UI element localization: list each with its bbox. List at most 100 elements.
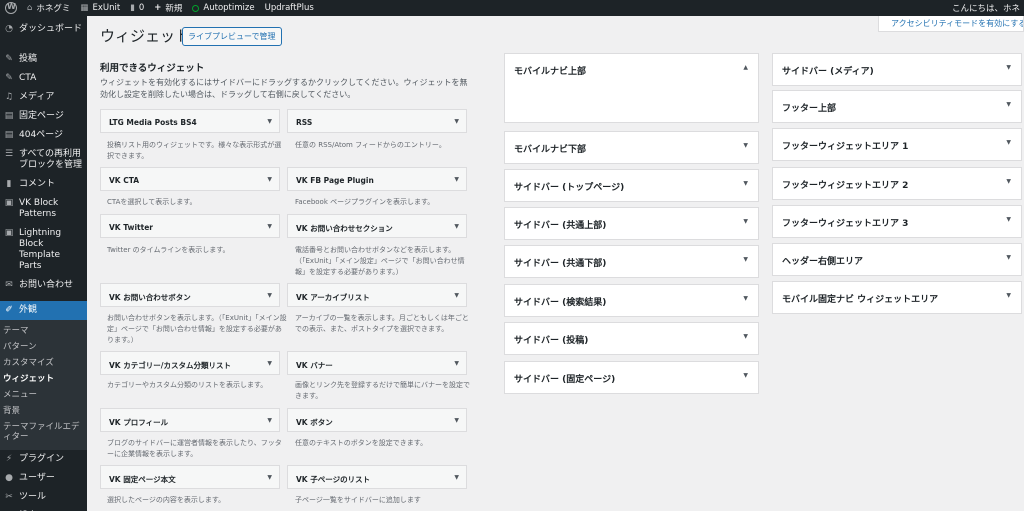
sidebar-item-media[interactable]: ♫ メディア bbox=[0, 88, 87, 107]
widget-area-footer-2[interactable]: フッターウィジェットエリア 2 ▼ bbox=[772, 167, 1022, 200]
widget-vk-fb-page-plugin[interactable]: VK FB Page Plugin ▼ bbox=[287, 167, 467, 191]
sidebar-item-label: ツール bbox=[19, 492, 47, 502]
sidebar-item-pages[interactable]: ▤ 固定ページ bbox=[0, 107, 87, 126]
expand-arrow-icon[interactable]: ▼ bbox=[743, 372, 748, 379]
widget-area-sidebar-top-page[interactable]: サイドバー (トップページ) ▼ bbox=[504, 169, 759, 202]
theme-menu[interactable]: ▦ ExUnit bbox=[75, 0, 125, 16]
widget-area-sidebar-common-bottom[interactable]: サイドバー (共通下部) ▼ bbox=[504, 245, 759, 278]
sidebar-item-label: Lightning Block Template Parts bbox=[19, 228, 62, 271]
expand-arrow-icon[interactable]: ▼ bbox=[743, 333, 748, 340]
expand-arrow-icon[interactable]: ▼ bbox=[267, 417, 272, 424]
expand-arrow-icon[interactable]: ▼ bbox=[1006, 139, 1011, 146]
widget-area-footer-1[interactable]: フッターウィジェットエリア 1 ▼ bbox=[772, 128, 1022, 161]
account-menu[interactable]: こんにちは、ホネ bbox=[947, 0, 1024, 16]
submenu-theme-file-editor[interactable]: テーマファイルエディター bbox=[0, 419, 87, 445]
expand-arrow-icon[interactable]: ▼ bbox=[267, 176, 272, 183]
sidebar-item-cta[interactable]: ✎ CTA bbox=[0, 69, 87, 88]
widget-rss[interactable]: RSS ▼ bbox=[287, 109, 467, 133]
expand-arrow-icon[interactable]: ▼ bbox=[454, 417, 459, 424]
expand-arrow-icon[interactable]: ▼ bbox=[1006, 178, 1011, 185]
sidebar-item-lightning-template-parts[interactable]: ▣ Lightning Block Template Parts bbox=[0, 224, 87, 276]
expand-arrow-icon[interactable]: ▼ bbox=[267, 292, 272, 299]
widget-title: VK CTA bbox=[109, 176, 140, 185]
sidebar-item-contact[interactable]: ✉ お問い合わせ bbox=[0, 276, 87, 295]
expand-arrow-icon[interactable]: ▼ bbox=[267, 223, 272, 230]
expand-arrow-icon[interactable]: ▼ bbox=[1006, 254, 1011, 261]
widget-description: 電話番号とお問い合わせボタンなどを表示します。（「ExUnit」「メイン設定」ペ… bbox=[295, 246, 465, 276]
expand-arrow-icon[interactable]: ▼ bbox=[267, 118, 272, 125]
widget-title: VK Twitter bbox=[109, 223, 153, 232]
site-name-menu[interactable]: ⌂ ホネグミ bbox=[22, 0, 75, 16]
home-icon: ⌂ bbox=[27, 3, 33, 13]
wp-logo-menu[interactable] bbox=[0, 0, 22, 16]
expand-arrow-icon[interactable]: ▼ bbox=[454, 474, 459, 481]
expand-arrow-icon[interactable]: ▼ bbox=[1006, 216, 1011, 223]
sidebar-item-posts[interactable]: ✎ 投稿 bbox=[0, 50, 87, 69]
comments-menu[interactable]: ▮ 0 bbox=[125, 0, 149, 16]
expand-arrow-icon[interactable]: ▼ bbox=[1006, 101, 1011, 108]
widget-vk-contact-button[interactable]: VK お問い合わせボタン ▼ bbox=[100, 283, 280, 307]
expand-arrow-icon[interactable]: ▼ bbox=[743, 256, 748, 263]
widget-area-mobile-fixed-nav[interactable]: モバイル固定ナビ ウィジェットエリア ▼ bbox=[772, 281, 1022, 314]
sidebar-item-dashboard[interactable]: ◔ ダッシュボード bbox=[0, 16, 87, 44]
sidebar-item-users[interactable]: ● ユーザー bbox=[0, 469, 87, 488]
expand-arrow-icon[interactable]: ▼ bbox=[454, 292, 459, 299]
autoptimize-menu[interactable]: Autoptimize bbox=[187, 0, 259, 16]
sidebar-item-label: VK Block Patterns bbox=[19, 198, 59, 219]
accessibility-mode-link[interactable]: アクセシビリティモードを有効にする bbox=[878, 16, 1024, 32]
widget-area-mobile-nav-bottom[interactable]: モバイルナビ下部 ▼ bbox=[504, 131, 759, 164]
block-icon: ▣ bbox=[4, 228, 14, 238]
media-icon: ♫ bbox=[4, 92, 14, 102]
widget-vk-cta[interactable]: VK CTA ▼ bbox=[100, 167, 280, 191]
sidebar-item-settings[interactable]: ⚙設定 bbox=[0, 507, 87, 511]
submenu-background[interactable]: 背景 bbox=[0, 403, 87, 419]
widget-vk-button[interactable]: VK ボタン ▼ bbox=[287, 408, 467, 432]
sidebar-item-comments[interactable]: ▮ コメント bbox=[0, 175, 87, 194]
expand-arrow-icon[interactable]: ▼ bbox=[454, 118, 459, 125]
widget-vk-archive-list[interactable]: VK アーカイブリスト ▼ bbox=[287, 283, 467, 307]
submenu-customize[interactable]: カスタマイズ bbox=[0, 355, 87, 371]
expand-arrow-icon[interactable]: ▼ bbox=[1006, 64, 1011, 71]
expand-arrow-icon[interactable]: ▼ bbox=[267, 360, 272, 367]
widget-vk-contact-section[interactable]: VK お問い合わせセクション ▼ bbox=[287, 214, 467, 238]
widget-area-mobile-nav-top[interactable]: モバイルナビ上部 ▲ bbox=[504, 53, 759, 123]
sidebar-item-appearance[interactable]: ✐ 外観 bbox=[0, 301, 87, 320]
expand-arrow-icon[interactable]: ▼ bbox=[454, 360, 459, 367]
expand-arrow-icon[interactable]: ▼ bbox=[743, 218, 748, 225]
widget-vk-profile[interactable]: VK プロフィール ▼ bbox=[100, 408, 280, 432]
widget-area-footer-top[interactable]: フッター上部 ▼ bbox=[772, 90, 1022, 123]
sidebar-item-tools[interactable]: ✂ ツール bbox=[0, 488, 87, 507]
widget-area-sidebar-search[interactable]: サイドバー (検索結果) ▼ bbox=[504, 284, 759, 317]
live-preview-button[interactable]: ライブプレビューで管理 bbox=[182, 27, 282, 46]
widget-vk-twitter[interactable]: VK Twitter ▼ bbox=[100, 214, 280, 238]
widget-vk-page-content[interactable]: VK 固定ページ本文 ▼ bbox=[100, 465, 280, 489]
submenu-themes[interactable]: テーマ bbox=[0, 323, 87, 339]
expand-arrow-icon[interactable]: ▼ bbox=[454, 223, 459, 230]
widget-area-header-right[interactable]: ヘッダー右側エリア ▼ bbox=[772, 243, 1022, 276]
sidebar-item-404[interactable]: ▤ 404ページ bbox=[0, 126, 87, 145]
submenu-widgets[interactable]: ウィジェット bbox=[0, 371, 87, 387]
widget-area-sidebar-post[interactable]: サイドバー (投稿) ▼ bbox=[504, 322, 759, 355]
sidebar-item-plugins[interactable]: ⚡ プラグイン bbox=[0, 450, 87, 469]
widget-area-sidebar-common-top[interactable]: サイドバー (共通上部) ▼ bbox=[504, 207, 759, 240]
expand-arrow-icon[interactable]: ▼ bbox=[1006, 292, 1011, 299]
expand-arrow-icon[interactable]: ▼ bbox=[743, 295, 748, 302]
widget-vk-child-page-list[interactable]: VK 子ページのリスト ▼ bbox=[287, 465, 467, 489]
widget-vk-banner[interactable]: VK バナー ▼ bbox=[287, 351, 467, 375]
expand-arrow-icon[interactable]: ▼ bbox=[267, 474, 272, 481]
widget-area-sidebar-page[interactable]: サイドバー (固定ページ) ▼ bbox=[504, 361, 759, 394]
widget-ltg-media-posts[interactable]: LTG Media Posts BS4 ▼ bbox=[100, 109, 280, 133]
widget-vk-category-list[interactable]: VK カテゴリー/カスタム分類リスト ▼ bbox=[100, 351, 280, 375]
submenu-patterns[interactable]: パターン bbox=[0, 339, 87, 355]
expand-arrow-icon[interactable]: ▼ bbox=[743, 142, 748, 149]
submenu-menus[interactable]: メニュー bbox=[0, 387, 87, 403]
sidebar-item-reusable-blocks[interactable]: ☰ すべての再利用ブロックを管理 bbox=[0, 145, 87, 175]
widget-area-footer-3[interactable]: フッターウィジェットエリア 3 ▼ bbox=[772, 205, 1022, 238]
updraftplus-menu[interactable]: UpdraftPlus bbox=[260, 0, 319, 16]
widget-area-sidebar-media[interactable]: サイドバー (メディア) ▼ bbox=[772, 53, 1022, 86]
expand-arrow-icon[interactable]: ▼ bbox=[454, 176, 459, 183]
collapse-arrow-icon[interactable]: ▲ bbox=[743, 64, 748, 71]
new-content-menu[interactable]: + 新規 bbox=[149, 0, 187, 16]
sidebar-item-vk-block-patterns[interactable]: ▣ VK Block Patterns bbox=[0, 194, 87, 224]
expand-arrow-icon[interactable]: ▼ bbox=[743, 180, 748, 187]
